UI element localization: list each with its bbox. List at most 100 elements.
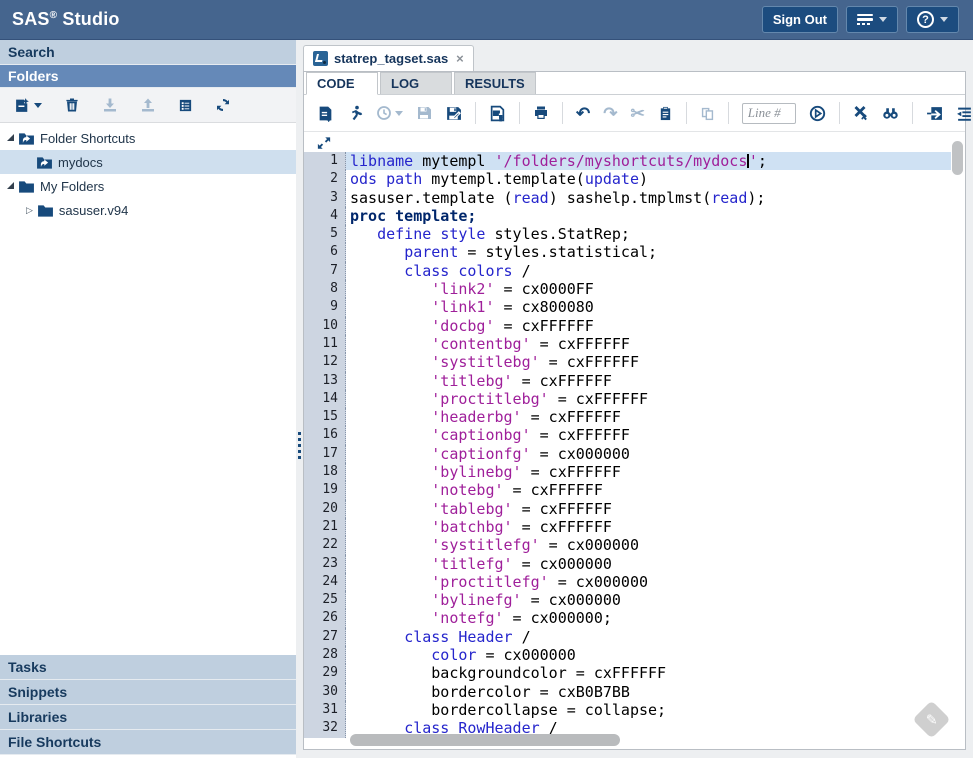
code-line[interactable]: 17 'captionfg' = cx000000 bbox=[304, 445, 951, 463]
code-text[interactable]: 'link2' = cx0000FF bbox=[346, 280, 951, 298]
code-text[interactable]: 'headerbg' = cxFFFFFF bbox=[346, 408, 951, 426]
print-button[interactable] bbox=[533, 105, 549, 121]
expanded-caret-icon[interactable] bbox=[7, 134, 14, 141]
sign-out-button[interactable]: Sign Out bbox=[762, 6, 838, 33]
code-text[interactable]: color = cx000000 bbox=[346, 646, 951, 664]
code-line[interactable]: 18 'bylinebg' = cxFFFFFF bbox=[304, 463, 951, 481]
tab-results[interactable]: RESULTS bbox=[454, 72, 536, 94]
code-text[interactable]: 'notebg' = cxFFFFFF bbox=[346, 481, 951, 499]
download-button[interactable] bbox=[102, 97, 118, 113]
code-line[interactable]: 11 'contentbg' = cxFFFFFF bbox=[304, 335, 951, 353]
code-text[interactable]: define style styles.StatRep; bbox=[346, 225, 951, 243]
run-button[interactable] bbox=[347, 105, 363, 121]
paste-button[interactable] bbox=[658, 106, 673, 121]
code-line[interactable]: 5 define style styles.StatRep; bbox=[304, 225, 951, 243]
code-line[interactable]: 7 class colors / bbox=[304, 262, 951, 280]
code-line[interactable]: 31 bordercollapse = collapse; bbox=[304, 701, 951, 719]
code-line[interactable]: 27 class Header / bbox=[304, 628, 951, 646]
code-text[interactable]: 'notefg' = cx000000; bbox=[346, 609, 951, 627]
code-text[interactable]: backgroundcolor = cxFFFFFF bbox=[346, 664, 951, 682]
code-line[interactable]: 12 'systitlebg' = cxFFFFFF bbox=[304, 353, 951, 371]
tree-item-folder-shortcuts[interactable]: Folder Shortcuts bbox=[0, 126, 296, 150]
code-line[interactable]: 6 parent = styles.statistical; bbox=[304, 243, 951, 261]
code-text[interactable]: 'docbg' = cxFFFFFF bbox=[346, 317, 951, 335]
submit-button[interactable] bbox=[926, 105, 943, 122]
code-text[interactable]: proc template; bbox=[346, 207, 951, 225]
clear-code-button[interactable] bbox=[853, 105, 869, 121]
code-text[interactable]: 'proctitlefg' = cx000000 bbox=[346, 573, 951, 591]
pane-splitter[interactable] bbox=[296, 40, 303, 758]
tree-item-mydocs[interactable]: mydocs bbox=[0, 150, 296, 174]
code-line[interactable]: 10 'docbg' = cxFFFFFF bbox=[304, 317, 951, 335]
undo-button[interactable]: ↶ bbox=[576, 105, 590, 122]
tree-item-sasuser-v94[interactable]: ▷ sasuser.v94 bbox=[0, 198, 296, 222]
more-menu-button[interactable] bbox=[846, 6, 898, 33]
new-program-button[interactable] bbox=[317, 105, 334, 122]
horizontal-scrollbar-thumb[interactable] bbox=[350, 734, 620, 746]
code-line[interactable]: 1libname mytempl '/folders/myshortcuts/m… bbox=[304, 152, 951, 170]
code-text[interactable]: libname mytempl '/folders/myshortcuts/my… bbox=[346, 152, 951, 170]
code-text[interactable]: 'systitlefg' = cx000000 bbox=[346, 536, 951, 554]
section-libraries[interactable]: Libraries bbox=[0, 705, 296, 730]
code-text[interactable]: 'titlebg' = cxFFFFFF bbox=[346, 372, 951, 390]
code-line[interactable]: 19 'notebg' = cxFFFFFF bbox=[304, 481, 951, 499]
section-file-shortcuts[interactable]: File Shortcuts bbox=[0, 730, 296, 755]
find-replace-button[interactable] bbox=[882, 105, 899, 122]
tree-item-my-folders[interactable]: My Folders bbox=[0, 174, 296, 198]
code-line[interactable]: 3sasuser.template (read) sashelp.tmplmst… bbox=[304, 189, 951, 207]
code-text[interactable]: 'link1' = cx800080 bbox=[346, 298, 951, 316]
code-line[interactable]: 15 'headerbg' = cxFFFFFF bbox=[304, 408, 951, 426]
tab-log[interactable]: LOG bbox=[380, 72, 452, 94]
submission-history-button[interactable] bbox=[376, 105, 403, 121]
goto-line-button[interactable] bbox=[809, 105, 826, 122]
code-text[interactable]: ods path mytempl.template(update) bbox=[346, 170, 951, 188]
code-line[interactable]: 21 'batchbg' = cxFFFFFF bbox=[304, 518, 951, 536]
close-icon[interactable]: × bbox=[454, 51, 464, 66]
section-snippets[interactable]: Snippets bbox=[0, 680, 296, 705]
code-surface[interactable]: 1libname mytempl '/folders/myshortcuts/m… bbox=[304, 152, 951, 738]
code-text[interactable]: 'titlefg' = cx000000 bbox=[346, 555, 951, 573]
horizontal-scrollbar[interactable] bbox=[350, 734, 949, 746]
refresh-button[interactable] bbox=[215, 97, 231, 113]
code-line[interactable]: 28 color = cx000000 bbox=[304, 646, 951, 664]
code-line[interactable]: 29 backgroundcolor = cxFFFFFF bbox=[304, 664, 951, 682]
section-search[interactable]: Search bbox=[0, 40, 296, 65]
code-text[interactable]: 'batchbg' = cxFFFFFF bbox=[346, 518, 951, 536]
section-tasks[interactable]: Tasks bbox=[0, 655, 296, 680]
code-line[interactable]: 23 'titlefg' = cx000000 bbox=[304, 555, 951, 573]
properties-button[interactable] bbox=[178, 98, 193, 113]
code-line[interactable]: 30 bordercolor = cxB0B7BB bbox=[304, 683, 951, 701]
code-line[interactable]: 13 'titlebg' = cxFFFFFF bbox=[304, 372, 951, 390]
format-code-button[interactable] bbox=[956, 105, 973, 122]
tab-statrep-tagset[interactable]: statrep_tagset.sas × bbox=[303, 45, 474, 71]
redo-button[interactable]: ↷ bbox=[603, 105, 617, 122]
code-text[interactable]: 'contentbg' = cxFFFFFF bbox=[346, 335, 951, 353]
code-line[interactable]: 20 'tablebg' = cxFFFFFF bbox=[304, 500, 951, 518]
code-text[interactable]: bordercollapse = collapse; bbox=[346, 701, 951, 719]
code-text[interactable]: sasuser.template (read) sashelp.tmplmst(… bbox=[346, 189, 951, 207]
save-button[interactable] bbox=[416, 105, 432, 121]
cut-button[interactable]: ✂ bbox=[631, 105, 645, 122]
code-line[interactable]: 9 'link1' = cx800080 bbox=[304, 298, 951, 316]
tab-code[interactable]: CODE bbox=[306, 72, 378, 95]
code-line[interactable]: 8 'link2' = cx0000FF bbox=[304, 280, 951, 298]
vertical-scrollbar-thumb[interactable] bbox=[952, 141, 963, 175]
splitter-handle-icon[interactable] bbox=[298, 432, 301, 459]
maximize-view-button[interactable] bbox=[317, 136, 331, 153]
new-item-button[interactable] bbox=[14, 97, 42, 114]
save-as-button[interactable] bbox=[445, 105, 462, 122]
upload-button[interactable] bbox=[140, 97, 156, 113]
delete-button[interactable] bbox=[64, 97, 80, 113]
code-line[interactable]: 22 'systitlefg' = cx000000 bbox=[304, 536, 951, 554]
code-editor[interactable]: 1libname mytempl '/folders/myshortcuts/m… bbox=[304, 133, 965, 749]
code-text[interactable]: 'tablebg' = cxFFFFFF bbox=[346, 500, 951, 518]
code-line[interactable]: 24 'proctitlefg' = cx000000 bbox=[304, 573, 951, 591]
collapsed-caret-icon[interactable]: ▷ bbox=[26, 205, 33, 216]
vertical-scrollbar[interactable] bbox=[952, 137, 963, 729]
code-text[interactable]: parent = styles.statistical; bbox=[346, 243, 951, 261]
code-text[interactable]: 'captionfg' = cx000000 bbox=[346, 445, 951, 463]
code-line[interactable]: 16 'captionbg' = cxFFFFFF bbox=[304, 426, 951, 444]
code-text[interactable]: 'systitlebg' = cxFFFFFF bbox=[346, 353, 951, 371]
code-text[interactable]: class Header / bbox=[346, 628, 951, 646]
code-text[interactable]: 'proctitlebg' = cxFFFFFF bbox=[346, 390, 951, 408]
